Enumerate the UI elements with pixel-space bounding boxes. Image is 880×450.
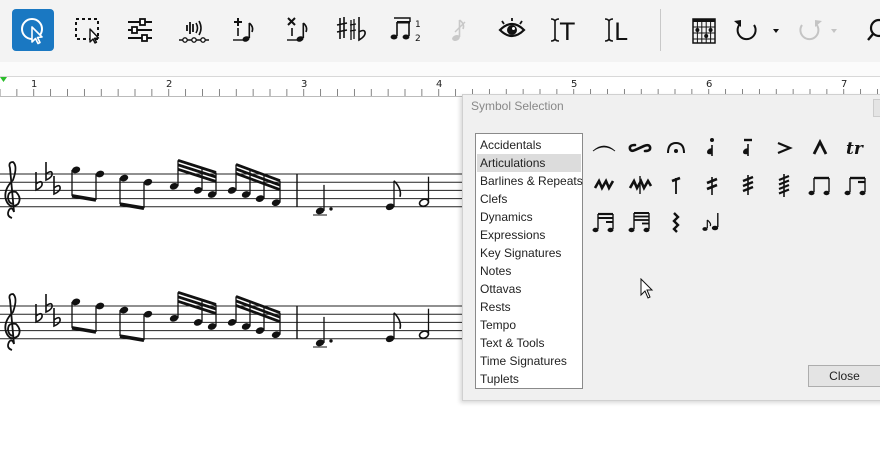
ruler-mark-5: 5 <box>571 79 578 90</box>
note-add-icon <box>233 18 254 42</box>
category-barlines-repeats[interactable]: Barlines & Repeats <box>480 172 583 190</box>
beamed-32nds-icon[interactable] <box>590 208 618 236</box>
category-tuplets[interactable]: Tuplets <box>480 370 519 388</box>
grace-note-icon <box>452 19 466 41</box>
accent-icon[interactable] <box>770 134 798 162</box>
marquee-tool-button[interactable] <box>66 8 110 52</box>
close-button[interactable]: Close <box>808 365 880 387</box>
text-tool-button[interactable]: T <box>540 8 584 52</box>
mouse-cursor-icon <box>640 278 654 299</box>
redo-button[interactable] <box>788 8 840 52</box>
ruler-mark-3: 3 <box>301 79 308 90</box>
category-list[interactable]: Accidentals Articulations Barlines & Rep… <box>475 133 583 389</box>
ruler-mark-7: 7 <box>841 79 848 90</box>
tenuto-stroke-icon[interactable] <box>662 171 690 199</box>
add-note-button[interactable] <box>218 8 262 52</box>
sharp-flat-icon <box>336 17 366 42</box>
mixer-button[interactable] <box>118 8 162 52</box>
trill-icon[interactable]: tr <box>842 134 870 162</box>
pointer-icon <box>21 18 43 45</box>
eye-icon <box>498 18 526 38</box>
staff-system-2 <box>0 290 470 351</box>
marquee-select-icon <box>75 18 100 44</box>
beamed-eighths-icon[interactable] <box>806 171 834 199</box>
category-key-signatures[interactable]: Key Signatures <box>480 244 561 262</box>
category-rests[interactable]: Rests <box>480 298 511 316</box>
ruler-mark-4: 4 <box>436 79 443 90</box>
category-accidentals[interactable]: Accidentals <box>480 136 541 154</box>
tremolo-z-icon[interactable] <box>662 208 690 236</box>
undo-icon <box>734 20 779 41</box>
sliders-icon <box>128 18 152 42</box>
ruler-mark-6: 6 <box>706 79 713 90</box>
tremolo-4-icon[interactable] <box>770 171 798 199</box>
undo-button[interactable] <box>730 8 782 52</box>
chord-diagram-button[interactable] <box>682 8 726 52</box>
beamed-64ths-icon[interactable] <box>626 208 654 236</box>
symbol-selection-dialog: Symbol Selection Accidentals Articulatio… <box>462 94 880 401</box>
playback-button[interactable] <box>172 8 216 52</box>
text-tool-label: T <box>559 18 575 45</box>
beamed-sixteenths-icon[interactable] <box>842 171 870 199</box>
speaker-icon <box>179 20 209 43</box>
category-ottavas[interactable]: Ottavas <box>480 280 521 298</box>
toolbar-separator <box>660 9 661 51</box>
category-time-signatures[interactable]: Time Signatures <box>480 352 567 370</box>
lyric-cursor-icon: L <box>604 18 628 45</box>
search-button[interactable] <box>858 8 880 52</box>
category-notes[interactable]: Notes <box>480 262 511 280</box>
dialog-title-button[interactable] <box>873 99 880 117</box>
chord-grid-icon <box>692 18 716 44</box>
staccato-tenuto-icon[interactable] <box>698 134 726 162</box>
accidentals-button[interactable] <box>330 8 374 52</box>
slur-icon[interactable] <box>590 134 618 162</box>
svg-text:1: 1 <box>415 20 421 30</box>
grace-note-symbol-icon[interactable] <box>698 208 726 236</box>
staff-system-1 <box>0 158 470 219</box>
lyric-tool-button[interactable]: L <box>594 8 638 52</box>
select-tool-button[interactable] <box>12 9 54 51</box>
fermata-icon[interactable] <box>662 134 690 162</box>
tenuto-staccato-icon[interactable] <box>734 134 762 162</box>
note-delete-icon <box>287 17 308 42</box>
category-text-tools[interactable]: Text & Tools <box>480 334 544 352</box>
trill-label: tr <box>846 139 864 159</box>
category-dynamics[interactable]: Dynamics <box>480 208 533 226</box>
short-trill-icon[interactable] <box>590 171 618 199</box>
ruler-mark-1: 1 <box>31 79 38 90</box>
turn-icon[interactable] <box>626 134 654 162</box>
category-expressions[interactable]: Expressions <box>480 226 545 244</box>
tremolo-3-icon[interactable] <box>734 171 762 199</box>
category-clefs[interactable]: Clefs <box>480 190 507 208</box>
text-cursor-icon: T <box>550 18 575 45</box>
category-tempo[interactable]: Tempo <box>480 316 516 334</box>
delete-note-button[interactable] <box>272 8 316 52</box>
category-articulations[interactable]: Articulations <box>477 154 581 172</box>
view-button[interactable] <box>490 8 534 52</box>
mordent-icon[interactable] <box>626 171 654 199</box>
toolbar-gap <box>0 62 880 76</box>
score-canvas[interactable] <box>0 96 470 450</box>
ruler-mark-2: 2 <box>166 79 173 90</box>
marcato-icon[interactable] <box>806 134 834 162</box>
dialog-title: Symbol Selection <box>471 99 564 113</box>
svg-text:2: 2 <box>415 34 421 44</box>
tuplet-button[interactable]: 1 2 <box>384 8 428 52</box>
main-toolbar: 1 2 T L <box>0 0 880 62</box>
redo-icon <box>799 20 837 41</box>
grace-note-button[interactable] <box>436 8 480 52</box>
tremolo-2-icon[interactable] <box>698 171 726 199</box>
tuplet-icon: 1 2 <box>390 17 421 44</box>
lyric-tool-label: L <box>614 18 628 45</box>
search-icon <box>867 18 880 41</box>
